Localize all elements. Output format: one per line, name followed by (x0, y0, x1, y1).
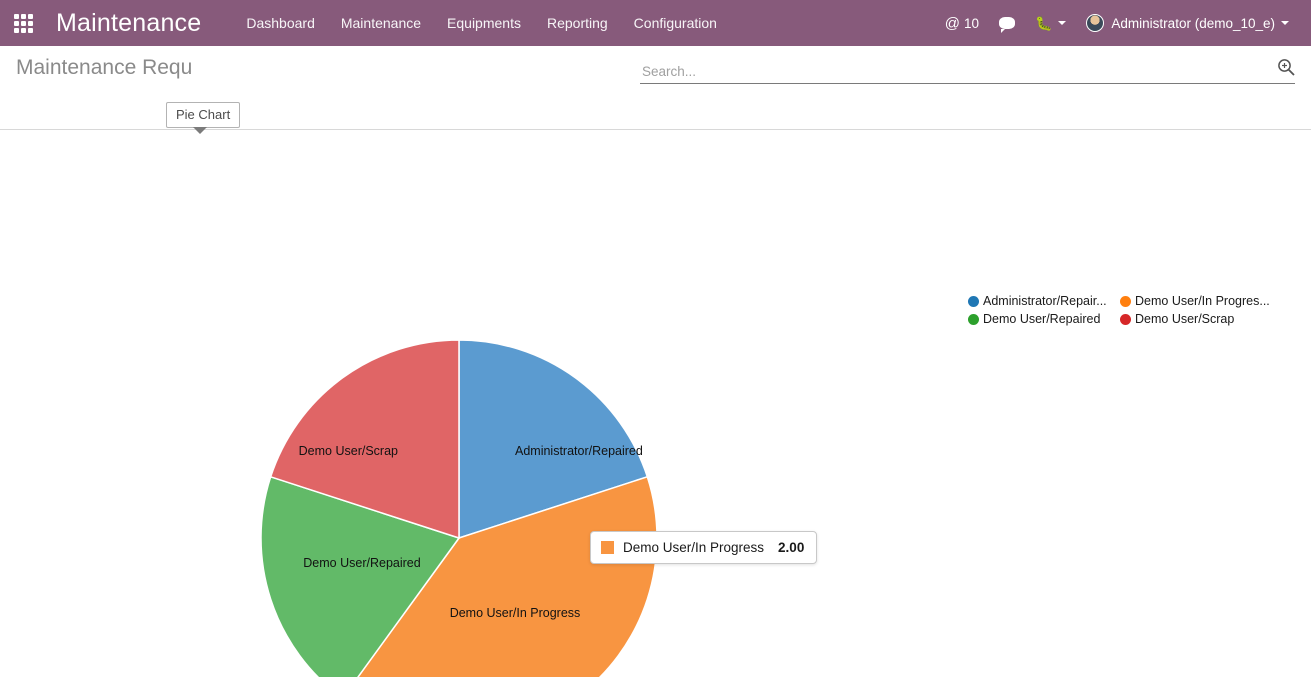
apps-grid-icon (13, 13, 33, 33)
pie-slice-label: Administrator/Repaired (515, 444, 643, 458)
top-navbar: Maintenance Dashboard Maintenance Equipm… (0, 0, 1311, 46)
avatar (1086, 14, 1105, 32)
menu-item-equipments[interactable]: Equipments (434, 0, 534, 46)
user-menu-button[interactable]: Administrator (demo_10_e) (1076, 0, 1299, 46)
chart-hover-tooltip: Demo User/In Progress 2.00 (590, 531, 818, 564)
tooltip-label: Demo User/In Progress (623, 540, 765, 555)
tooltip-value: 2.00 (778, 540, 805, 555)
breadcrumb[interactable]: Maintenance Requ (16, 56, 192, 80)
bug-icon: 🐛 (1034, 15, 1053, 31)
chevron-down-icon (1281, 21, 1289, 25)
graph-view: Administrator/Repair... Demo User/In Pro… (0, 131, 1311, 677)
messages-button[interactable] (989, 0, 1025, 46)
user-menu-label: Administrator (demo_10_e) (1111, 15, 1275, 31)
main-menu: Dashboard Maintenance Equipments Reporti… (233, 0, 730, 46)
debug-menu-button[interactable]: 🐛 (1025, 0, 1076, 46)
pie-chart: Administrator/Repaired Demo User/In Prog… (260, 339, 658, 677)
app-brand-title: Maintenance (56, 8, 202, 37)
apps-launcher-button[interactable] (0, 0, 46, 46)
menu-item-reporting[interactable]: Reporting (534, 0, 621, 46)
navbar-right: @ 10 🐛 Administrator (demo_10_e) (935, 0, 1311, 46)
control-panel: Maintenance Requ Pie Chart MEASURES (0, 46, 1311, 166)
menu-item-configuration[interactable]: Configuration (621, 0, 730, 46)
search-input[interactable] (640, 64, 1277, 83)
pie-slices (260, 339, 658, 677)
mentions-button[interactable]: @ 10 (935, 0, 989, 46)
menu-item-dashboard[interactable]: Dashboard (233, 0, 328, 46)
pie-slice-label: Demo User/Repaired (303, 556, 420, 570)
pie-slice-label: Demo User/In Progress (450, 606, 581, 620)
tooltip-color-swatch (601, 541, 614, 554)
pie-slice-label: Demo User/Scrap (299, 444, 398, 458)
pie-chart-tooltip: Pie Chart (166, 102, 241, 134)
search-icon[interactable] (1277, 58, 1295, 83)
search-view (640, 56, 1295, 84)
menu-item-maintenance[interactable]: Maintenance (328, 0, 434, 46)
chevron-down-icon (1058, 21, 1067, 25)
at-icon: @ (944, 14, 960, 32)
mentions-count: 10 (963, 15, 979, 31)
chat-bubble-icon (998, 17, 1015, 33)
